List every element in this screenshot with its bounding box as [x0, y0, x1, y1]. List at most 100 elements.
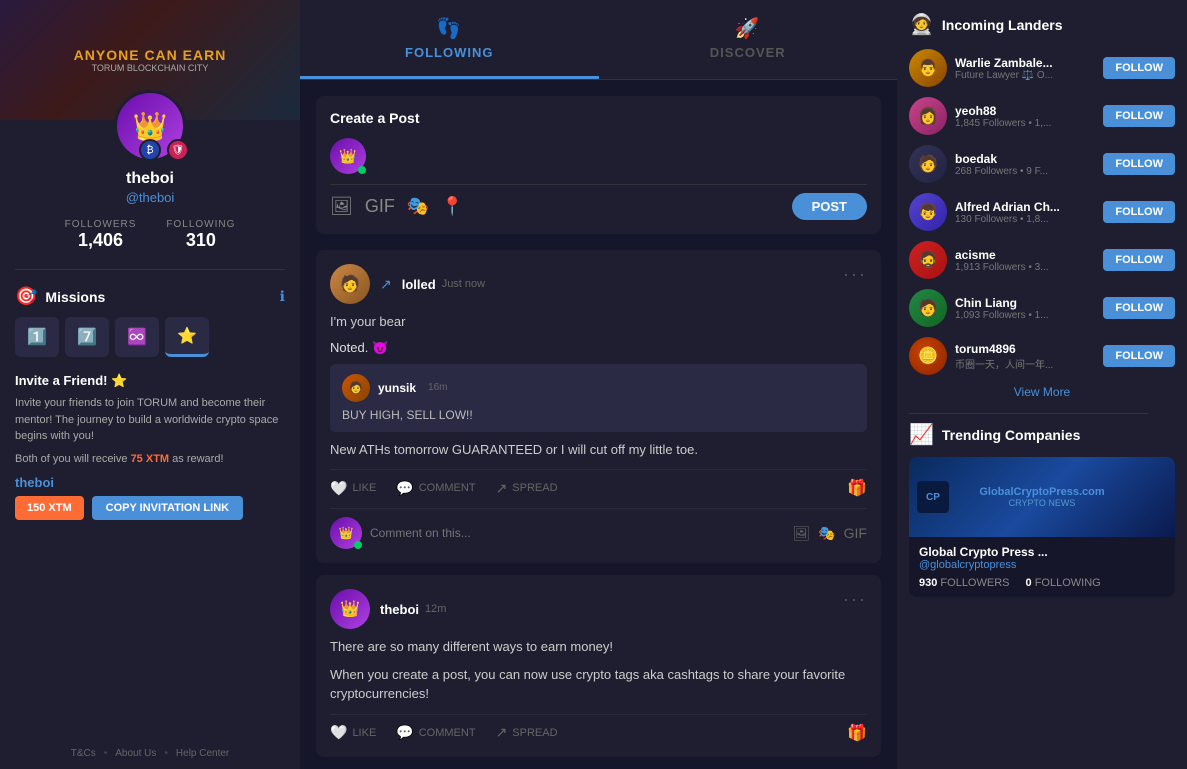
xtm-button[interactable]: 150 XTM	[15, 496, 84, 520]
comment-input[interactable]	[370, 526, 784, 540]
like-icon: 🤍	[330, 480, 347, 497]
location-icon[interactable]: 📍	[441, 196, 463, 217]
post-menu-button[interactable]: ···	[843, 264, 867, 285]
tab-discover[interactable]: 🚀 DISCOVER	[599, 0, 898, 79]
avatar-area: 👑 ₿ 🛡	[0, 90, 300, 162]
lander-item-chinliang: 🧑 Chin Liang 1,093 Followers • 1... FOLL…	[909, 289, 1175, 327]
following-tab-icon: 👣	[436, 16, 462, 41]
invite-buttons: 150 XTM COPY INVITATION LINK	[15, 496, 285, 520]
comment-image-icon[interactable]: 🖼	[792, 525, 810, 542]
footer-help[interactable]: Help Center	[176, 748, 229, 759]
quoted-author-row: 🧑 yunsik 16m	[342, 374, 855, 402]
mission-tab-7[interactable]: 7️⃣	[65, 317, 109, 357]
invite-title-text: Invite a Friend!	[15, 373, 107, 388]
lander-info-torum4896: torum4896 币圈一天，人间一年...	[955, 342, 1095, 371]
comment-label: COMMENT	[419, 482, 476, 494]
lander-sub-boedak: 268 Followers • 9 F...	[955, 166, 1095, 177]
gif-icon[interactable]: GIF	[365, 196, 395, 217]
like-icon-2: 🤍	[330, 724, 347, 741]
comment-button[interactable]: 💬 COMMENT	[396, 480, 475, 497]
post-button[interactable]: POST	[792, 193, 867, 220]
comment-emoji-icon[interactable]: 🎭	[818, 525, 835, 542]
comment-button-2[interactable]: 💬 COMMENT	[396, 724, 475, 741]
online-indicator	[358, 166, 366, 174]
post-header: 🧑 ↗ lolled Just now ···	[330, 264, 867, 304]
trending-following-count: 0 FOLLOWING	[1026, 577, 1101, 589]
trending-company-banner: GlobalCryptoPress.com CRYPTO NEWS CP	[909, 457, 1175, 537]
invite-username: theboi	[15, 475, 285, 490]
emoji-icon[interactable]: 🎭	[407, 196, 429, 217]
post-menu-button-2[interactable]: ···	[843, 589, 867, 610]
follow-button-alfred[interactable]: FOLLOW	[1103, 201, 1175, 223]
image-upload-icon[interactable]: 🖼	[330, 196, 353, 217]
like-label: LIKE	[352, 482, 376, 494]
lander-avatar-boedak: 🧑	[909, 145, 947, 183]
post-author-row: 🧑 ↗ lolled Just now	[330, 264, 485, 304]
mission-tab-star[interactable]: ⭐	[165, 317, 209, 357]
mission-tab-1[interactable]: 1️⃣	[15, 317, 59, 357]
follow-button-chinliang[interactable]: FOLLOW	[1103, 297, 1175, 319]
avatar: 👑 ₿ 🛡	[114, 90, 186, 162]
comment-label-2: COMMENT	[419, 727, 476, 739]
following-label: FOLLOWING	[166, 219, 235, 230]
user-handle[interactable]: @theboi	[126, 190, 175, 205]
footer-tcs[interactable]: T&Cs	[71, 748, 96, 759]
gift-button[interactable]: 🎁	[847, 478, 867, 498]
avatar-badge-btc: ₿	[139, 139, 161, 161]
follow-button-boedak[interactable]: FOLLOW	[1103, 153, 1175, 175]
trending-mini-logo: CP	[917, 481, 949, 513]
missions-header: 🎯 Missions ℹ	[15, 278, 285, 311]
view-more-button[interactable]: View More	[909, 385, 1175, 399]
comment-input-row: 👑 🖼 🎭 GIF	[330, 508, 867, 549]
post-text-2: There are so many different ways to earn…	[330, 637, 867, 657]
tab-following[interactable]: 👣 FOLLOWING	[300, 0, 599, 79]
comment-gif-icon[interactable]: GIF	[844, 525, 867, 542]
missions-icon: 🎯	[15, 286, 37, 307]
like-button-2[interactable]: 🤍 LIKE	[330, 724, 376, 741]
post-actions: 🤍 LIKE 💬 COMMENT ↗ SPREAD 🎁	[330, 469, 867, 498]
like-label-2: LIKE	[352, 727, 376, 739]
post-content: New ATHs tomorrow GUARANTEED or I will c…	[330, 440, 867, 460]
footer-dot-1: •	[104, 748, 108, 759]
comment-icon: 💬	[396, 480, 413, 497]
mission-tab-infinity[interactable]: ♾️	[115, 317, 159, 357]
gift-button-2[interactable]: 🎁	[847, 723, 867, 743]
quoted-post: 🧑 yunsik 16m BUY HIGH, SELL LOW!!	[330, 364, 867, 432]
spread-button-2[interactable]: ↗ SPREAD	[496, 724, 558, 741]
lander-item-torum4896: 🪙 torum4896 币圈一天，人间一年... FOLLOW	[909, 337, 1175, 375]
follow-button-acisme[interactable]: FOLLOW	[1103, 249, 1175, 271]
copy-invitation-button[interactable]: COPY INVITATION LINK	[92, 496, 243, 520]
feed-tabs: 👣 FOLLOWING 🚀 DISCOVER	[300, 0, 897, 80]
info-icon[interactable]: ℹ	[280, 288, 285, 305]
lander-sub-torum4896: 币圈一天，人间一年...	[955, 356, 1095, 371]
invite-star-icon: ⭐	[111, 373, 127, 388]
follow-button-warlie[interactable]: FOLLOW	[1103, 57, 1175, 79]
comment-icon-2: 💬	[396, 724, 413, 741]
sidebar-divider	[909, 413, 1148, 414]
post-note-emoji: 😈	[372, 340, 388, 355]
post-card-2: 👑 theboi 12m ··· There are so many diffe…	[316, 575, 881, 757]
post-author-name[interactable]: lolled	[402, 277, 436, 292]
trending-company-handle[interactable]: @globalcryptopress	[919, 559, 1165, 571]
lander-info-boedak: boedak 268 Followers • 9 F...	[955, 152, 1095, 177]
post-author-name-2[interactable]: theboi	[380, 602, 419, 617]
lander-name-boedak: boedak	[955, 152, 1095, 166]
incoming-landers-title: Incoming Landers	[942, 17, 1063, 33]
follow-button-torum4896[interactable]: FOLLOW	[1103, 345, 1175, 367]
post-actions-2: 🤍 LIKE 💬 COMMENT ↗ SPREAD 🎁	[330, 714, 867, 743]
reward-amount: 75 XTM	[131, 453, 170, 465]
lander-avatar-torum4896: 🪙	[909, 337, 947, 375]
post-card: 🧑 ↗ lolled Just now ··· I'm your bear No…	[316, 250, 881, 563]
trending-company-card[interactable]: GlobalCryptoPress.com CRYPTO NEWS CP Glo…	[909, 457, 1175, 597]
spread-button[interactable]: ↗ SPREAD	[496, 480, 558, 497]
main-feed: 👣 FOLLOWING 🚀 DISCOVER Create a Post 👑 🖼…	[300, 0, 897, 769]
lander-info-alfred: Alfred Adrian Ch... 130 Followers • 1,8.…	[955, 200, 1095, 225]
spread-icon: ↗	[496, 480, 508, 497]
footer-about[interactable]: About Us	[115, 748, 156, 759]
follow-button-yeoh[interactable]: FOLLOW	[1103, 105, 1175, 127]
trending-companies-title: Trending Companies	[942, 427, 1080, 443]
like-button[interactable]: 🤍 LIKE	[330, 480, 376, 497]
followers-label: FOLLOWERS	[65, 219, 137, 230]
discover-tab-icon: 🚀	[735, 16, 761, 41]
trending-company-info: Global Crypto Press ... @globalcryptopre…	[909, 537, 1175, 597]
